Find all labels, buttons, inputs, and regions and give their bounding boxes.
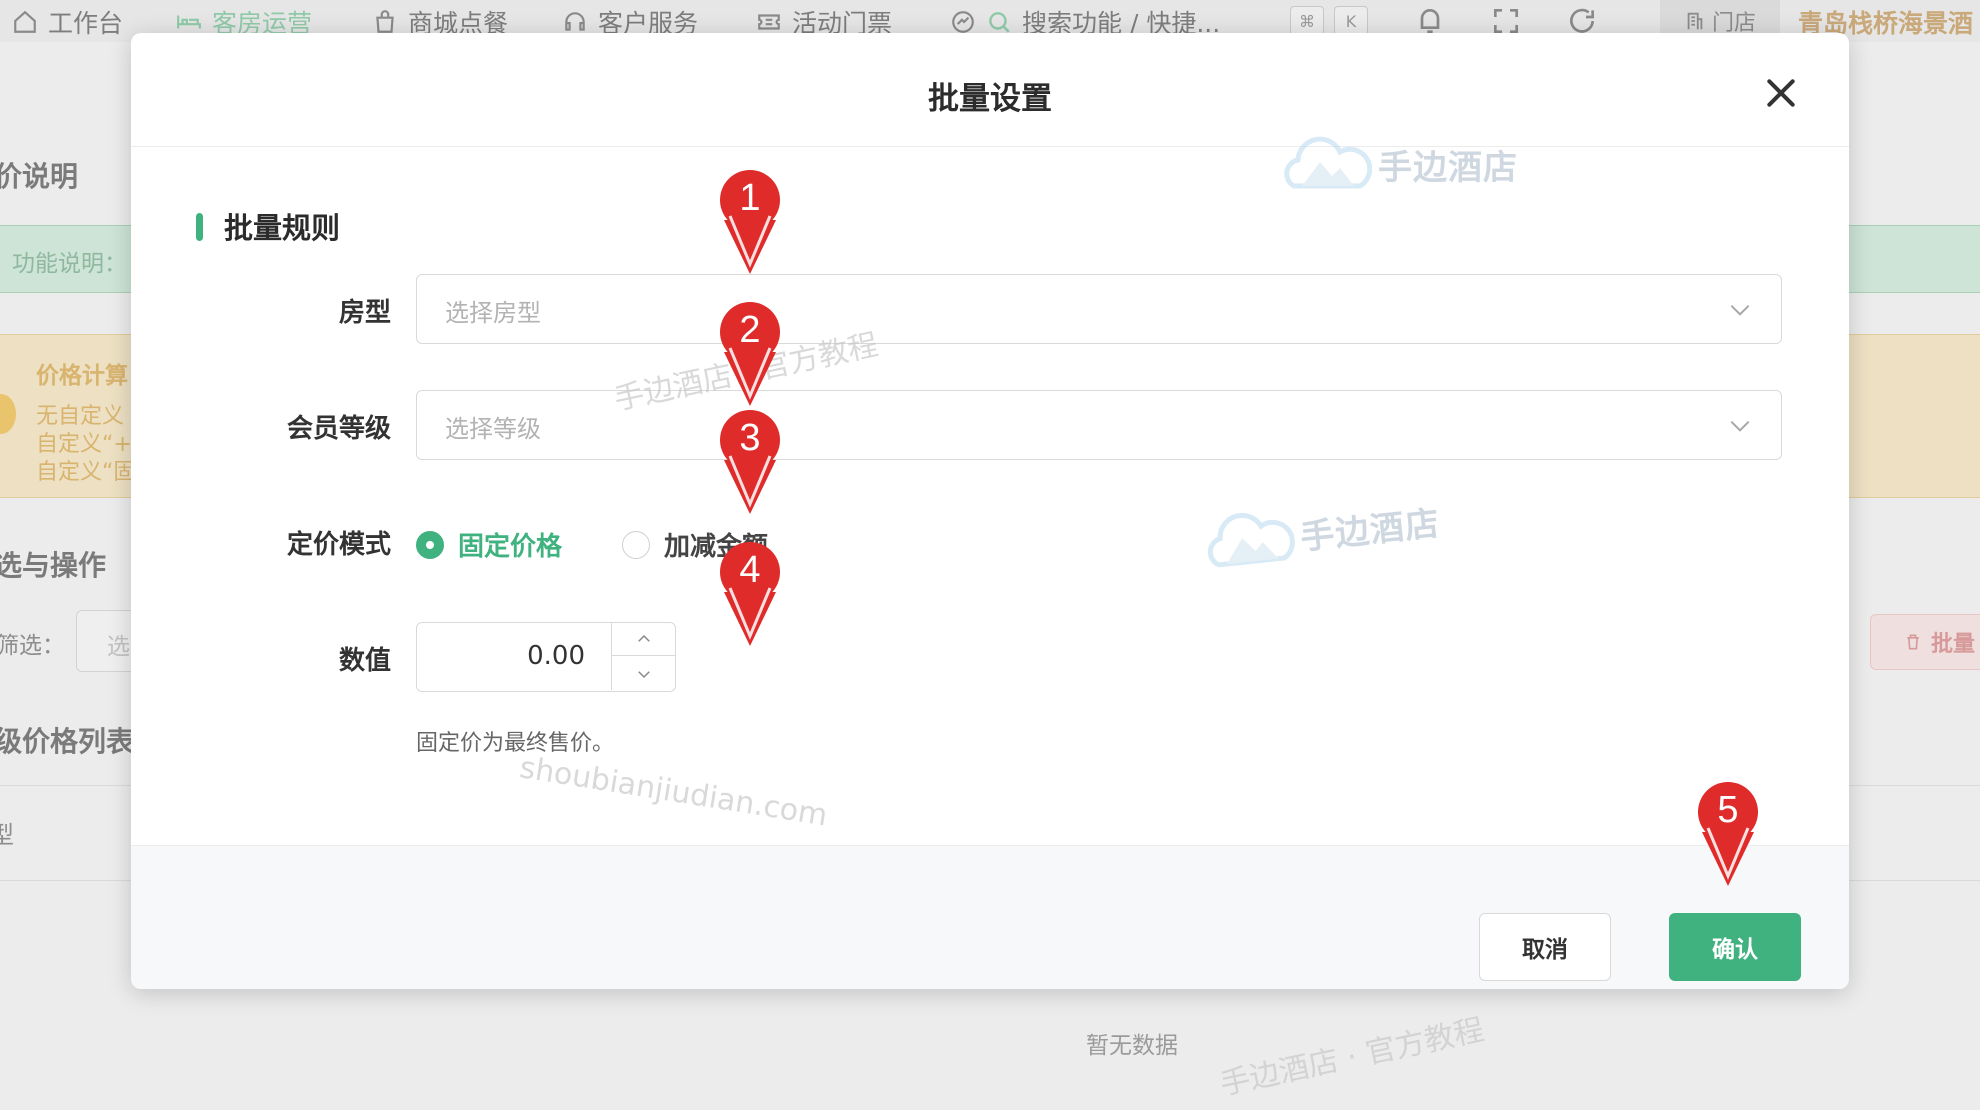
section-title: 批量规则 [224, 211, 341, 245]
marker-number: 1 [739, 177, 761, 219]
member-level-label: 会员等级 [286, 414, 391, 444]
value-stepper [611, 623, 676, 690]
step-marker-1: 1 [718, 168, 782, 276]
chevron-down-icon [1730, 304, 1750, 316]
cloud-mountain-icon [1284, 136, 1372, 189]
bg-func-desc: 功能说明： [12, 251, 127, 277]
bg-calc-title: 价格计算 [36, 363, 128, 389]
cloud-mountain-icon [1207, 512, 1296, 568]
step-marker-2: 2 [718, 300, 782, 408]
radio-fixed-price[interactable]: 固定价格 [416, 526, 562, 563]
trend-icon [952, 11, 974, 33]
kbd-k: K [1334, 6, 1368, 36]
marker-number: 4 [739, 549, 761, 591]
member-level-placeholder: 选择等级 [445, 415, 541, 443]
decrement-button[interactable] [612, 657, 676, 690]
building-icon [1687, 12, 1703, 30]
radio-checked-indicator [416, 530, 444, 559]
increment-button[interactable] [612, 623, 676, 656]
chevron-up-icon [638, 634, 650, 642]
bg-filter-label: 筛选： [0, 633, 65, 659]
room-type-placeholder: 选择房型 [445, 299, 541, 327]
cancel-button[interactable]: 取消 [1479, 913, 1611, 981]
pricing-mode-label: 定价模式 [286, 530, 391, 560]
headset-icon [565, 12, 585, 31]
radio-unchecked-indicator [622, 530, 650, 559]
value-label: 数值 [338, 646, 391, 676]
kbd-cmd: ⌘ [1290, 6, 1324, 36]
bg-filter-title: 选与操作 [0, 549, 107, 582]
bg-table-header: 型 [0, 821, 14, 849]
close-icon[interactable] [1761, 73, 1801, 113]
bg-calc-line: 自定义“固 [36, 460, 136, 485]
marker-number: 5 [1717, 789, 1739, 831]
chevron-down-icon [638, 670, 650, 678]
trash-icon [1907, 634, 1919, 650]
value-hint: 固定价为最终售价。 [416, 731, 615, 756]
marker-number: 2 [739, 309, 761, 351]
ticket-icon [758, 14, 780, 30]
bg-section-title: 价说明 [0, 160, 79, 193]
section-accent-bar [196, 213, 203, 241]
home-icon [14, 10, 36, 33]
search-icon [989, 12, 1010, 33]
chevron-down-icon [1730, 420, 1750, 432]
bed-icon [177, 15, 201, 29]
watermark-brand: 手边酒店 [1298, 503, 1442, 558]
dialog-header: 批量设置 [131, 33, 1849, 147]
batch-settings-dialog: 批量设置 批量规则 房型 选择房型 会员等级 选择等级 定价模式 固定价格 加减… [131, 33, 1849, 989]
bag-icon [376, 10, 394, 33]
room-type-select[interactable]: 选择房型 [416, 274, 1782, 344]
value-text: 0.00 [527, 641, 585, 671]
step-marker-3: 3 [718, 408, 782, 516]
bg-filter-placeholder: 选 [107, 634, 130, 660]
bg-batch-delete-label: 批量 [1931, 632, 1976, 657]
bg-list-title: 级价格列表 [0, 725, 135, 758]
watermark-brand: 手边酒店 [1378, 147, 1518, 188]
value-input[interactable]: 0.00 [416, 622, 676, 692]
dialog-title: 批量设置 [928, 81, 1052, 117]
step-marker-4: 4 [718, 540, 782, 648]
bg-empty-text: 暂无数据 [1086, 1033, 1178, 1059]
room-type-label: 房型 [338, 298, 391, 328]
watermark-tutorial: 手边酒店 · 官方教程 [1217, 1012, 1488, 1103]
confirm-button[interactable]: 确认 [1669, 913, 1801, 981]
bg-batch-delete-button[interactable]: 批量 [1870, 614, 1980, 670]
nav-item-label: 工作台 [48, 9, 124, 38]
marker-number: 3 [739, 417, 761, 459]
watermark-logo: 手边酒店 [1280, 132, 1518, 196]
nav-item-workbench[interactable]: 工作台 [12, 4, 123, 40]
radio-label: 固定价格 [458, 532, 563, 562]
step-marker-5: 5 [1696, 780, 1760, 888]
